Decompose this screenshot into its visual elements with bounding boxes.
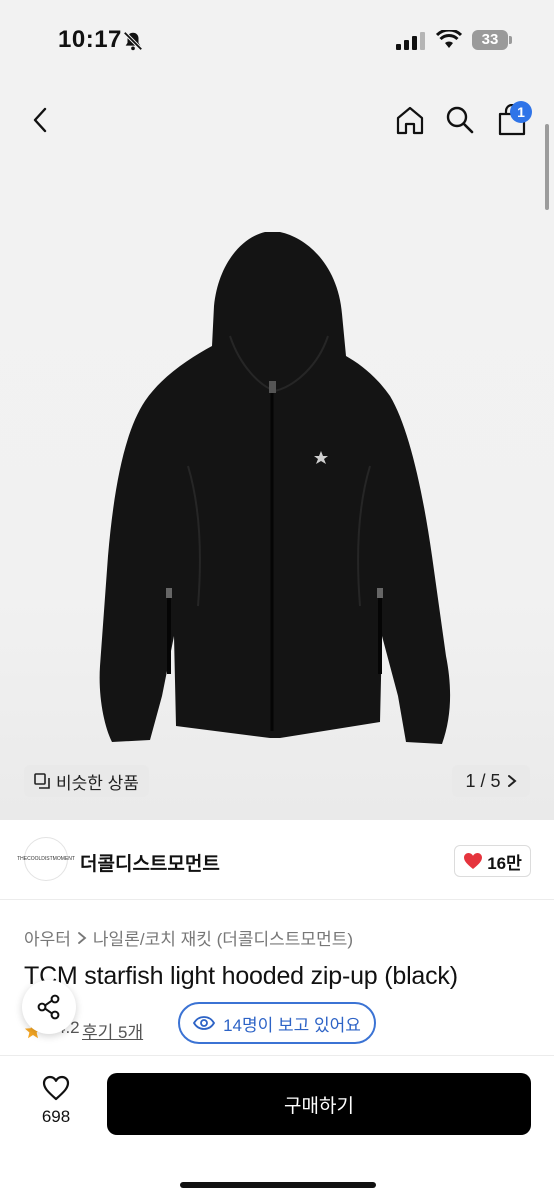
search-button[interactable] — [440, 100, 480, 140]
brand-name[interactable]: 더콜디스트모먼트 — [80, 849, 220, 876]
bell-muted-icon — [123, 31, 143, 51]
wishlist-count: 698 — [41, 1107, 71, 1126]
chevron-right-icon — [507, 775, 517, 787]
brand-row[interactable]: THECOOLDISTMOMENT 더콜디스트모먼트 16만 — [0, 820, 554, 900]
brand-logo-text: THECOOLDISTMOMENT — [17, 856, 75, 862]
status-bar: 10:17 33 — [0, 0, 554, 86]
search-icon — [446, 106, 474, 134]
home-indicator — [180, 1182, 376, 1188]
eye-icon — [193, 1016, 216, 1030]
breadcrumb-item-category[interactable]: 나일론/코치 재킷 (더콜디스트모먼트) — [93, 925, 353, 950]
back-button[interactable] — [20, 100, 60, 140]
share-icon — [37, 994, 60, 1020]
scrollbar[interactable] — [545, 124, 549, 210]
product-title: TCM starfish light hooded zip-up (black) — [24, 962, 458, 990]
share-button[interactable] — [22, 980, 76, 1034]
heart-filled-icon — [464, 853, 483, 869]
breadcrumb: 아우터 나일론/코치 재킷 (더콜디스트모먼트) — [24, 925, 353, 950]
brand-logo[interactable]: THECOOLDISTMOMENT — [17, 837, 75, 881]
signal-icon — [396, 32, 425, 50]
cart-badge: 1 — [510, 101, 532, 123]
similar-products-button[interactable]: 비슷한 상품 — [24, 765, 149, 797]
copy-icon — [34, 773, 50, 789]
home-button[interactable] — [390, 100, 430, 140]
image-pager[interactable]: 1 / 5 — [452, 765, 530, 797]
product-image[interactable] — [90, 226, 460, 750]
brand-like-count: 16만 — [487, 853, 522, 873]
home-icon — [396, 106, 424, 135]
brand-like-button[interactable]: 16만 — [454, 845, 531, 877]
pager-text: 1 / 5 — [465, 770, 501, 791]
breadcrumb-item-outer[interactable]: 아우터 — [24, 925, 71, 950]
viewers-badge: 14명이 보고 있어요 — [178, 1002, 376, 1044]
wishlist-button[interactable]: 698 — [24, 1075, 88, 1137]
wifi-icon — [436, 30, 462, 48]
heart-outline-icon — [42, 1075, 70, 1101]
buy-button[interactable]: 구매하기 — [107, 1073, 531, 1135]
chevron-left-icon — [33, 107, 47, 133]
viewers-text: 14명이 보고 있어요 — [223, 1015, 361, 1035]
status-time: 10:17 — [58, 26, 122, 53]
chevron-right-icon — [78, 931, 87, 944]
battery-indicator: 33 — [472, 30, 512, 50]
review-link[interactable]: 후기 5개 — [82, 1018, 143, 1043]
similar-products-label: 비슷한 상품 — [56, 773, 139, 793]
